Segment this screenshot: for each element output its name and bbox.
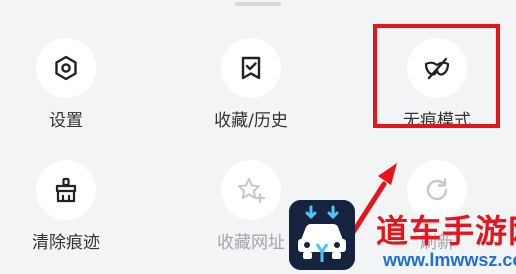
- watermark-url: www.lmwwsz.com: [383, 250, 516, 270]
- watermark-site-name: 道车手游网: [376, 212, 516, 250]
- watermark-logo: [289, 200, 355, 270]
- car-logo-icon: [289, 200, 355, 270]
